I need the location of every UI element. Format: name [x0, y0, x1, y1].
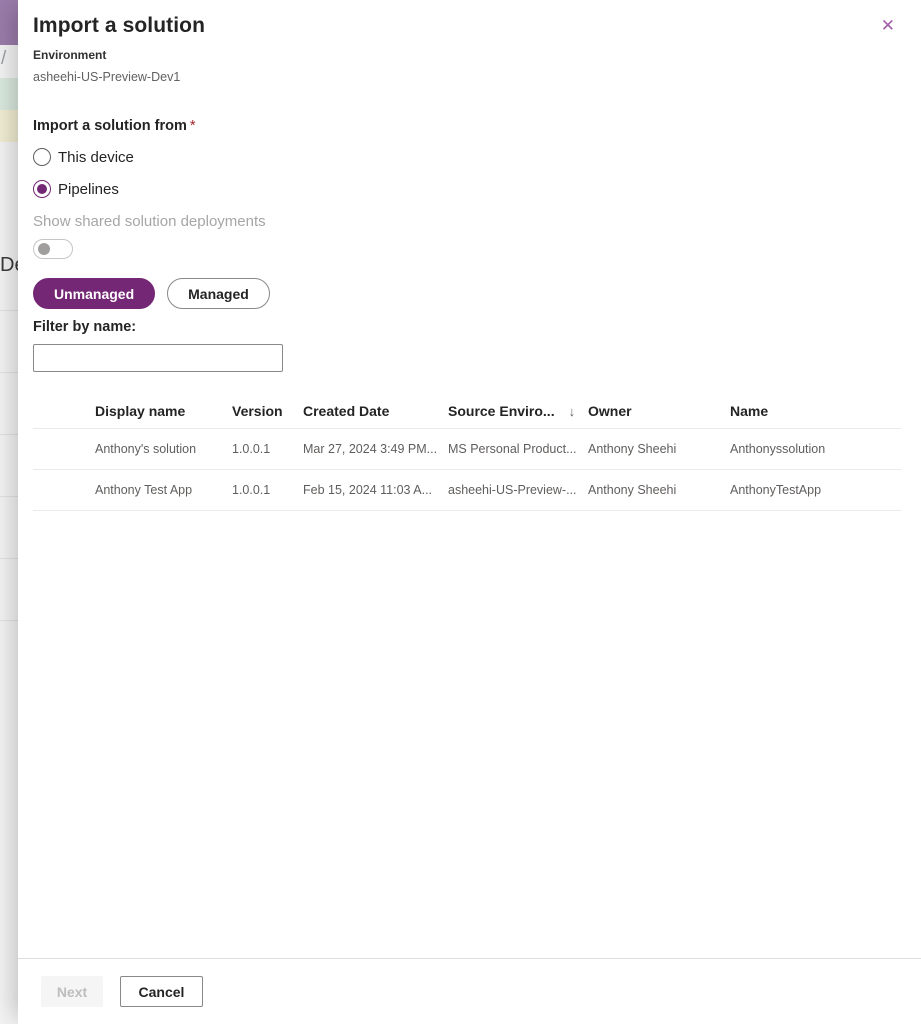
- filter-input[interactable]: [33, 344, 283, 372]
- cell-created-date: Feb 15, 2024 11:03 A...: [303, 483, 448, 497]
- required-asterisk: *: [190, 118, 196, 134]
- solutions-table: Display name Version Created Date Source…: [33, 394, 901, 511]
- table-row[interactable]: Anthony's solution 1.0.0.1 Mar 27, 2024 …: [33, 429, 901, 470]
- close-icon[interactable]: ✕: [877, 14, 899, 38]
- cell-display-name: Anthony's solution: [95, 442, 232, 456]
- environment-label: Environment: [33, 48, 921, 62]
- import-from-label-text: Import a solution from: [33, 118, 187, 134]
- table-header-row: Display name Version Created Date Source…: [33, 394, 901, 429]
- unmanaged-button[interactable]: Unmanaged: [33, 278, 155, 309]
- cell-source-environment: MS Personal Product...: [448, 442, 588, 456]
- import-solution-panel: Import a solution ✕ Environment asheehi-…: [18, 0, 921, 1024]
- panel-header: Import a solution ✕: [18, 0, 921, 38]
- environment-value: asheehi-US-Preview-Dev1: [33, 70, 921, 84]
- radio-this-device-label: This device: [58, 149, 134, 166]
- next-button[interactable]: Next: [41, 976, 103, 1007]
- table-row[interactable]: Anthony Test App 1.0.0.1 Feb 15, 2024 11…: [33, 470, 901, 511]
- column-header-source-environment[interactable]: Source Enviro... ↓: [448, 403, 588, 419]
- panel-footer: Next Cancel: [18, 958, 921, 1024]
- toggle-knob: [38, 243, 50, 255]
- background-yellow-band: [0, 110, 18, 142]
- shared-deployments-toggle[interactable]: [33, 239, 73, 259]
- column-header-display-name[interactable]: Display name: [95, 403, 232, 419]
- cell-name: AnthonyTestApp: [730, 483, 901, 497]
- cell-name: Anthonyssolution: [730, 442, 901, 456]
- column-header-owner[interactable]: Owner: [588, 403, 730, 419]
- background-row-divider: [0, 310, 18, 311]
- cell-source-environment: asheehi-US-Preview-...: [448, 483, 588, 497]
- cancel-button[interactable]: Cancel: [120, 976, 203, 1007]
- radio-pipelines-label: Pipelines: [58, 181, 119, 198]
- cell-created-date: Mar 27, 2024 3:49 PM...: [303, 442, 448, 456]
- page-title: Import a solution: [33, 14, 205, 38]
- shared-deployments-label: Show shared solution deployments: [33, 213, 921, 230]
- cell-owner: Anthony Sheehi: [588, 442, 730, 456]
- background-row-divider: [0, 620, 18, 621]
- managed-type-segmented-control: Unmanaged Managed: [33, 278, 921, 309]
- managed-button[interactable]: Managed: [167, 278, 270, 309]
- radio-this-device[interactable]: This device: [33, 148, 921, 166]
- background-page: / De: [0, 0, 18, 1024]
- radio-selected-icon[interactable]: [33, 180, 51, 198]
- cell-version: 1.0.0.1: [232, 442, 303, 456]
- column-header-version[interactable]: Version: [232, 403, 303, 419]
- cell-owner: Anthony Sheehi: [588, 483, 730, 497]
- filter-by-name-label: Filter by name:: [33, 319, 921, 335]
- sort-descending-icon: ↓: [569, 404, 576, 419]
- background-row-divider: [0, 372, 18, 373]
- import-from-label: Import a solution from*: [33, 118, 921, 134]
- background-partial-text: /: [1, 48, 6, 70]
- column-header-name[interactable]: Name: [730, 403, 901, 419]
- background-header-bar: [0, 0, 18, 45]
- radio-unselected-icon[interactable]: [33, 148, 51, 166]
- source-environment-header-text: Source Enviro...: [448, 403, 555, 419]
- background-green-band: [0, 78, 18, 110]
- column-header-created-date[interactable]: Created Date: [303, 403, 448, 419]
- cell-version: 1.0.0.1: [232, 483, 303, 497]
- radio-pipelines[interactable]: Pipelines: [33, 180, 921, 198]
- cell-display-name: Anthony Test App: [95, 483, 232, 497]
- background-row-divider: [0, 558, 18, 559]
- background-row-divider: [0, 496, 18, 497]
- background-row-divider: [0, 434, 18, 435]
